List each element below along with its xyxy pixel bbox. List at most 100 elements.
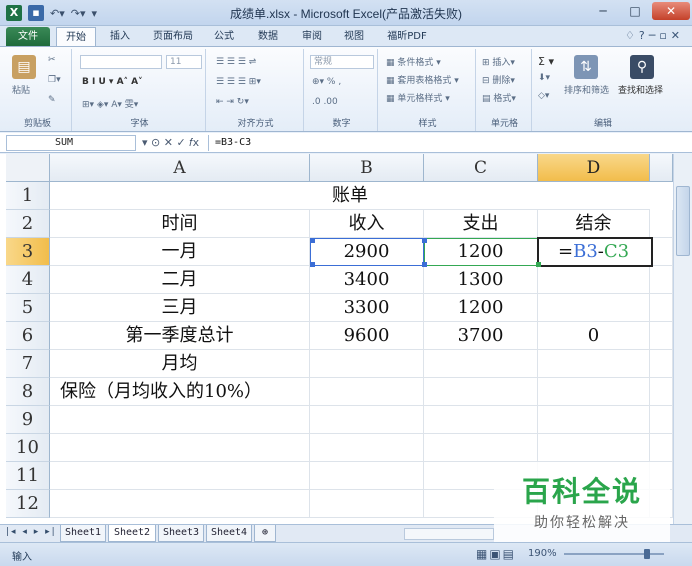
delete-cells-button[interactable]: ⊟ 删除▾ xyxy=(482,73,515,86)
row-header-12[interactable]: 12 xyxy=(6,490,50,518)
row-header-10[interactable]: 10 xyxy=(6,434,50,462)
insert-cells-button[interactable]: ⊞ 插入▾ xyxy=(482,55,515,68)
tab-foxit-pdf[interactable]: 福昕PDF xyxy=(380,27,434,46)
cell-d10[interactable] xyxy=(538,434,650,462)
cell-c8[interactable] xyxy=(424,378,538,406)
ribbon-window-controls[interactable]: ♢?─▫✕ xyxy=(625,29,684,42)
cell-d8[interactable] xyxy=(538,378,650,406)
number-format-select[interactable]: 常规 xyxy=(310,55,374,69)
cell-e2[interactable] xyxy=(650,210,673,238)
cell-a11[interactable] xyxy=(50,462,310,490)
cell-a12[interactable] xyxy=(50,490,310,518)
insert-sheet-icon[interactable]: ⊕ xyxy=(254,525,276,542)
cell-c10[interactable] xyxy=(424,434,538,462)
cell-d2[interactable]: 结余 xyxy=(538,210,650,238)
paste-icon[interactable]: ▤ xyxy=(12,55,36,79)
cell-a10[interactable] xyxy=(50,434,310,462)
cut-icon[interactable]: ✂ xyxy=(48,55,56,65)
row-header-4[interactable]: 4 xyxy=(6,266,50,294)
cell-b5[interactable]: 3300 xyxy=(310,294,424,322)
reference-handle-3[interactable] xyxy=(422,262,427,267)
row-header-8[interactable]: 8 xyxy=(6,378,50,406)
cell-c5[interactable]: 1200 xyxy=(424,294,538,322)
cell-b9[interactable] xyxy=(310,406,424,434)
sheet-tab-sheet2[interactable]: Sheet2 xyxy=(108,525,156,542)
tab-view[interactable]: 视图 xyxy=(336,27,372,46)
cell-e6[interactable] xyxy=(650,322,673,350)
bold-button[interactable]: B I U ▾ A˄ A˅ xyxy=(82,77,143,87)
sheet-tab-sheet3[interactable]: Sheet3 xyxy=(158,525,204,542)
align-top-icons[interactable]: ☰ ☰ ☰ ⇌ xyxy=(216,57,256,67)
format-as-table-button[interactable]: ▦ 套用表格格式 ▾ xyxy=(386,73,459,86)
vertical-scrollbar[interactable] xyxy=(673,154,692,524)
row-header-9[interactable]: 9 xyxy=(6,406,50,434)
maximize-button[interactable]: □ xyxy=(620,2,650,20)
indent-icons[interactable]: ⇤ ⇥ ↻▾ xyxy=(216,97,249,107)
tab-review[interactable]: 审阅 xyxy=(294,27,330,46)
column-header-b[interactable]: B xyxy=(310,154,424,182)
row-header-5[interactable]: 5 xyxy=(6,294,50,322)
cell-c7[interactable] xyxy=(424,350,538,378)
view-mode-icons[interactable]: ▦▣▤ xyxy=(476,547,516,561)
cell-b12[interactable] xyxy=(310,490,424,518)
column-header-a[interactable]: A xyxy=(50,154,310,182)
cell-a5[interactable]: 三月 xyxy=(50,294,310,322)
zoom-slider-knob[interactable] xyxy=(644,549,650,559)
font-size-select[interactable]: 11 xyxy=(166,55,202,69)
cell-a8[interactable]: 保险（月均收入的10%） xyxy=(50,378,310,406)
reference-handle-2[interactable] xyxy=(310,262,315,267)
cell-d9[interactable] xyxy=(538,406,650,434)
zoom-slider[interactable] xyxy=(564,549,664,559)
formula-buttons[interactable]: ▾ ⊙ ✕ ✓ 𝑓x xyxy=(142,135,204,151)
cell-e9[interactable] xyxy=(650,406,673,434)
autosum-icon[interactable]: Σ ▾ xyxy=(538,55,554,68)
column-header-c[interactable]: C xyxy=(424,154,538,182)
find-select-button[interactable]: 查找和选择 xyxy=(618,83,663,96)
cell-a7[interactable]: 月均 xyxy=(50,350,310,378)
tab-data[interactable]: 数据 xyxy=(250,27,286,46)
cell-a6[interactable]: 第一季度总计 xyxy=(50,322,310,350)
binoculars-icon[interactable]: ⚲ xyxy=(630,55,654,79)
minimize-button[interactable]: ─ xyxy=(588,2,618,20)
horizontal-scrollbar[interactable] xyxy=(404,528,494,540)
row-header-3[interactable]: 3 xyxy=(6,238,50,266)
cell-b8[interactable] xyxy=(310,378,424,406)
fill-icon[interactable]: ⬇▾ xyxy=(538,73,550,83)
zoom-level[interactable]: 190% xyxy=(528,548,557,559)
conditional-format-button[interactable]: ▦ 条件格式 ▾ xyxy=(386,55,441,68)
sheet-tab-sheet1[interactable]: Sheet1 xyxy=(60,525,106,542)
cell-c6[interactable]: 3700 xyxy=(424,322,538,350)
sort-filter-button[interactable]: 排序和筛选 xyxy=(564,83,609,96)
column-header-e[interactable] xyxy=(650,154,673,182)
cell-c4[interactable]: 1300 xyxy=(424,266,538,294)
font-name-select[interactable] xyxy=(80,55,162,69)
cell-d3-editing-text[interactable]: =B3-C3 xyxy=(558,241,629,262)
cell-a9[interactable] xyxy=(50,406,310,434)
row-header-1[interactable]: 1 xyxy=(6,182,50,210)
cell-styles-button[interactable]: ▦ 单元格样式 ▾ xyxy=(386,91,450,104)
row-header-6[interactable]: 6 xyxy=(6,322,50,350)
cell-d5[interactable] xyxy=(538,294,650,322)
cell-a4[interactable]: 二月 xyxy=(50,266,310,294)
tab-home[interactable]: 开始 xyxy=(56,27,96,46)
decimal-icons[interactable]: .0 .00 xyxy=(312,97,338,107)
cell-b7[interactable] xyxy=(310,350,424,378)
cell-e10[interactable] xyxy=(650,434,673,462)
cell-d7[interactable] xyxy=(538,350,650,378)
cell-a2[interactable]: 时间 xyxy=(50,210,310,238)
formula-input[interactable]: =B3-C3 xyxy=(208,135,668,151)
cell-e3[interactable] xyxy=(650,238,673,266)
row-header-7[interactable]: 7 xyxy=(6,350,50,378)
cell-b10[interactable] xyxy=(310,434,424,462)
sheet-nav-arrows[interactable]: |◂ ◂ ▸ ▸| xyxy=(6,527,57,537)
copy-icon[interactable]: ❐▾ xyxy=(48,75,61,85)
vertical-scroll-thumb[interactable] xyxy=(676,186,690,256)
cell-a3[interactable]: 一月 xyxy=(50,238,310,266)
cell-a1-merged-title[interactable]: 账单 xyxy=(50,182,650,210)
cell-b2[interactable]: 收入 xyxy=(310,210,424,238)
cell-e5[interactable] xyxy=(650,294,673,322)
cell-e7[interactable] xyxy=(650,350,673,378)
format-painter-icon[interactable]: ✎ xyxy=(48,95,56,105)
cell-e8[interactable] xyxy=(650,378,673,406)
column-header-d[interactable]: D xyxy=(538,154,650,182)
